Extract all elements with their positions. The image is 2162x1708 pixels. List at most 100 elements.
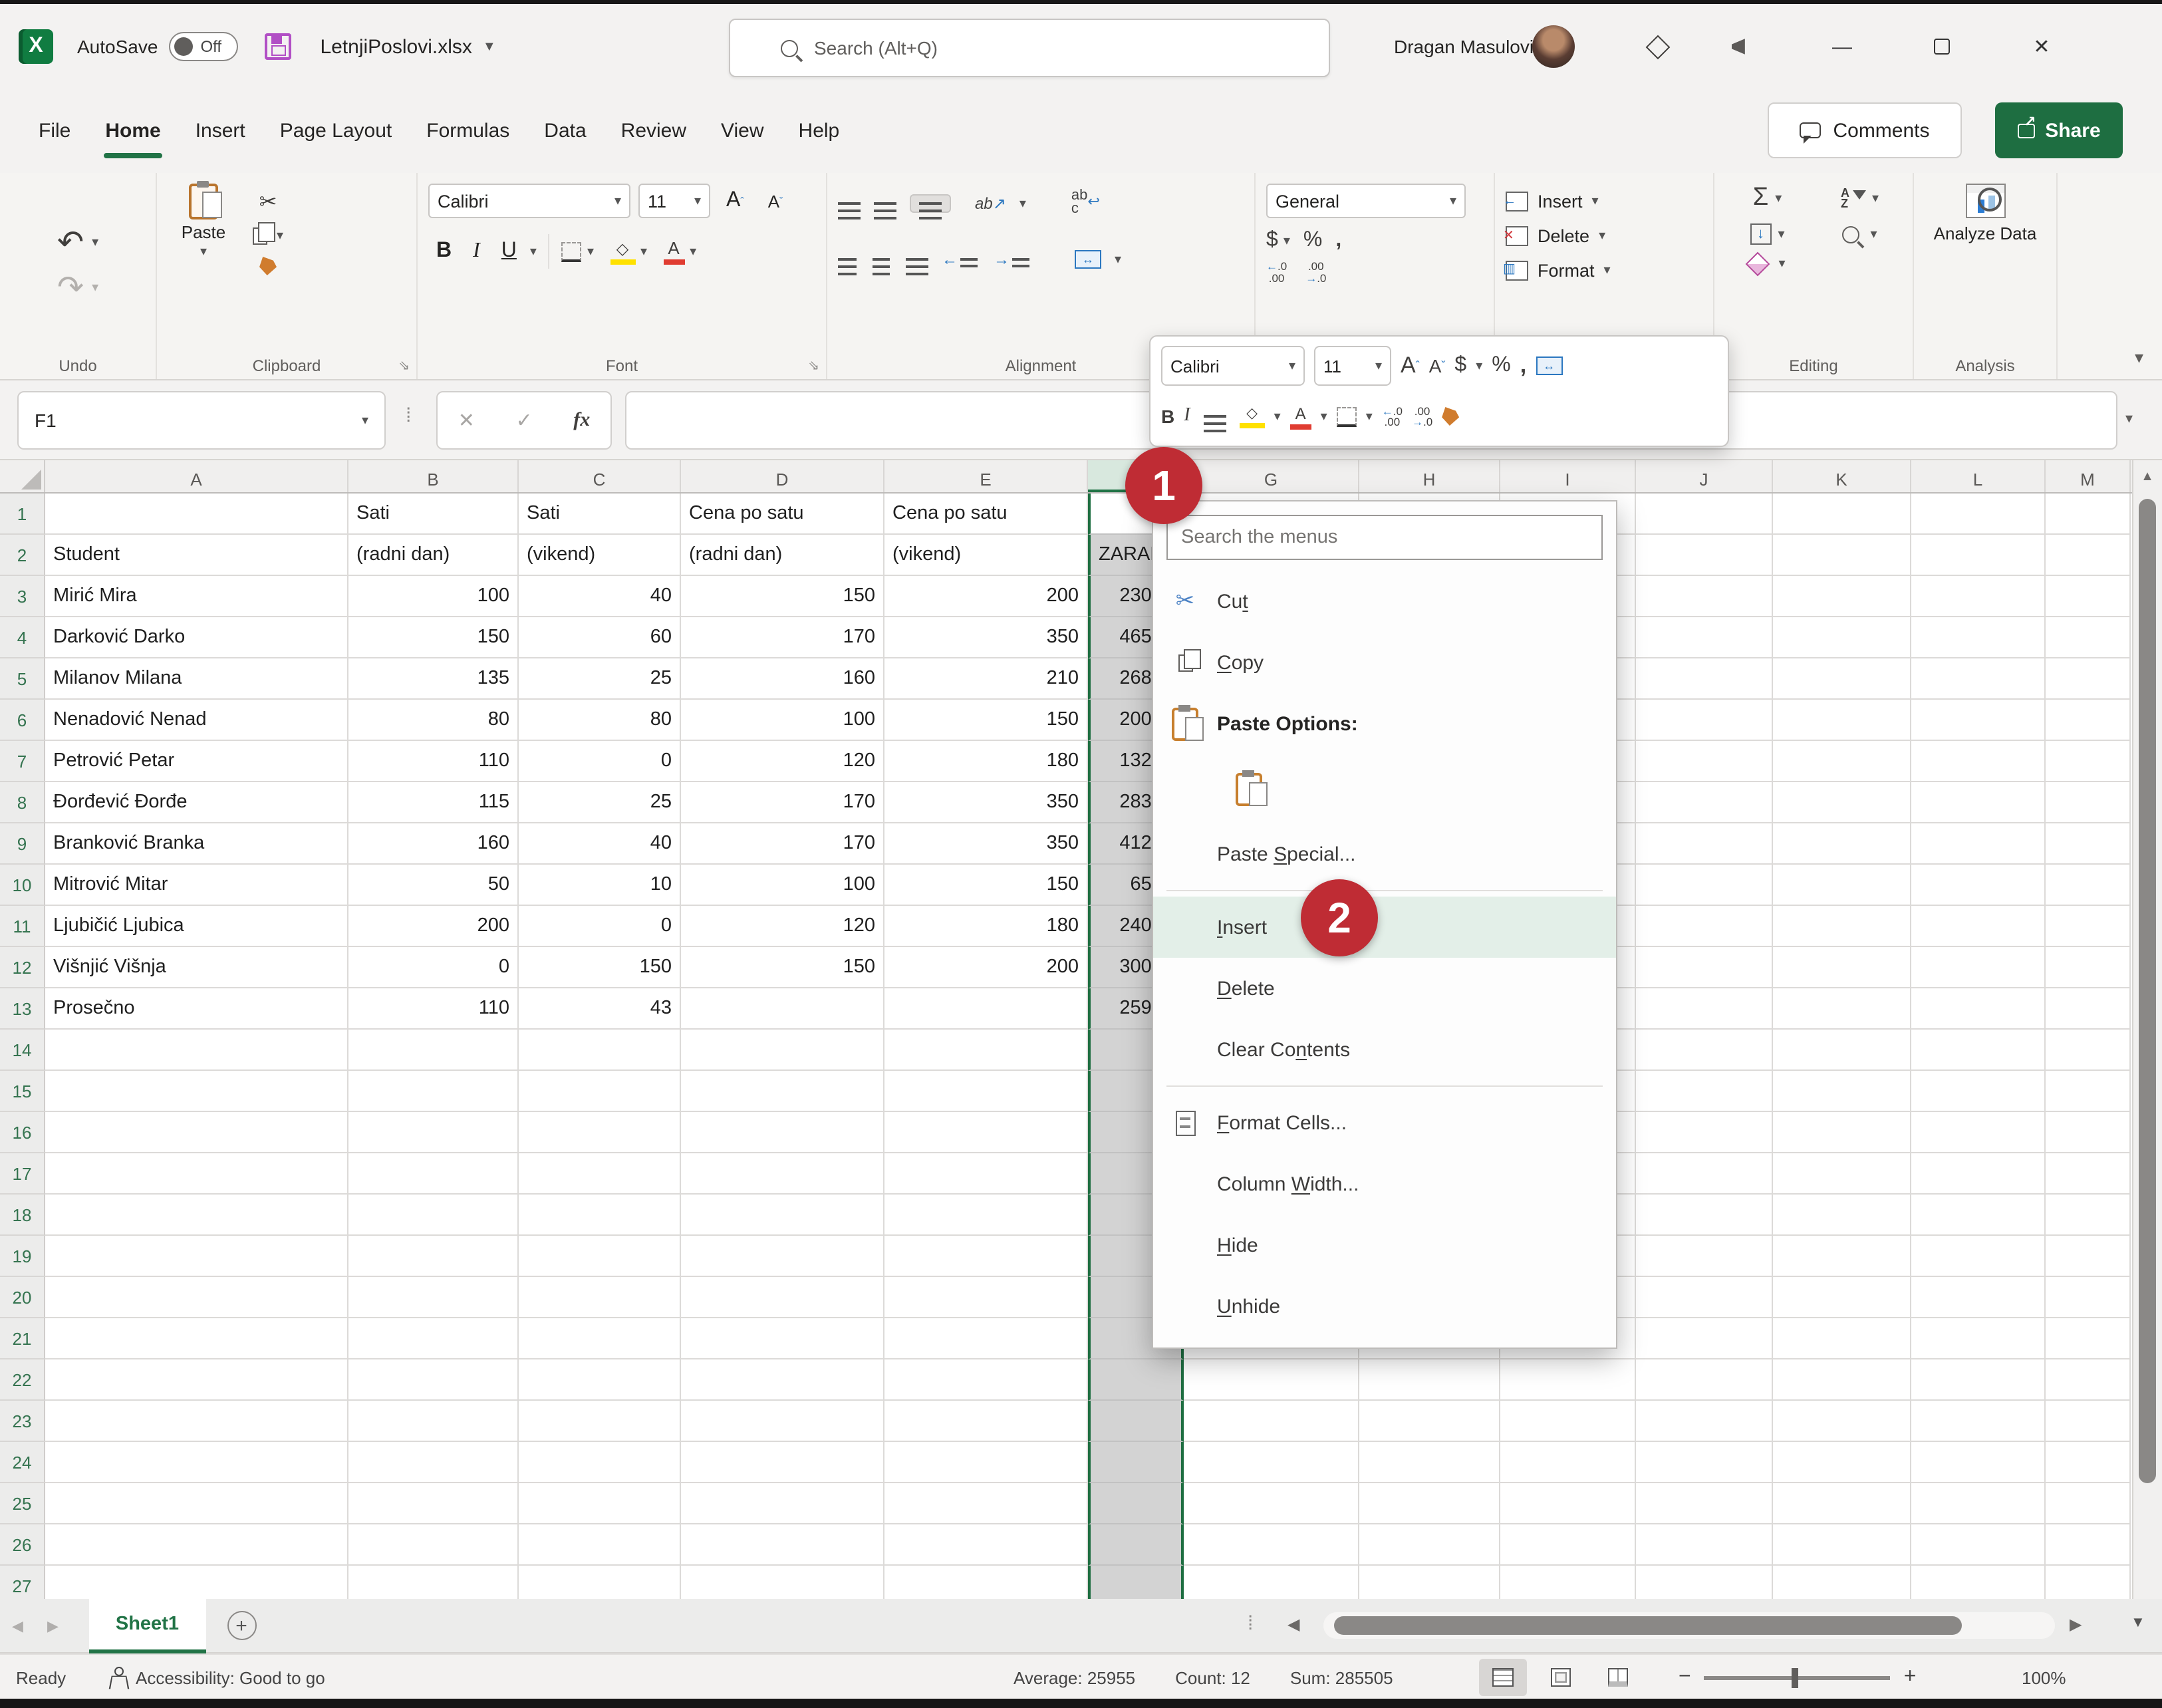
cell-K23[interactable] xyxy=(1773,1401,1911,1442)
cell-A14[interactable] xyxy=(45,1030,348,1071)
scroll-up-icon[interactable]: ▲ xyxy=(2133,460,2162,494)
align-top-button[interactable] xyxy=(838,202,861,206)
menu-item-copy[interactable]: Copy xyxy=(1153,632,1616,693)
cell-A17[interactable] xyxy=(45,1153,348,1195)
cell-C16[interactable] xyxy=(519,1112,681,1153)
cell-C18[interactable] xyxy=(519,1195,681,1236)
cell-A18[interactable] xyxy=(45,1195,348,1236)
row-header-13[interactable]: 13 xyxy=(0,988,45,1030)
cell-K14[interactable] xyxy=(1773,1030,1911,1071)
cell-K15[interactable] xyxy=(1773,1071,1911,1112)
cell-M24[interactable] xyxy=(2046,1442,2131,1483)
paste-dropdown-icon[interactable]: ▾ xyxy=(200,245,207,259)
autosave-toggle[interactable]: Off xyxy=(168,32,237,61)
redo-button[interactable]: ↷▾ xyxy=(57,272,98,304)
cell-D16[interactable] xyxy=(681,1112,884,1153)
fill-color-button[interactable]: ◇ xyxy=(610,239,635,264)
cell-D24[interactable] xyxy=(681,1442,884,1483)
cell-A13[interactable]: Prosečno xyxy=(45,988,348,1030)
cell-L1[interactable] xyxy=(1911,494,2046,535)
cell-K1[interactable] xyxy=(1773,494,1911,535)
feedback-megaphone-icon[interactable] xyxy=(1724,28,1761,65)
cell-J2[interactable] xyxy=(1636,535,1773,576)
borders-dropdown-icon[interactable]: ▾ xyxy=(587,244,594,259)
cell-C23[interactable] xyxy=(519,1401,681,1442)
cell-L8[interactable] xyxy=(1911,782,2046,823)
format-painter-button[interactable] xyxy=(253,257,283,275)
cell-B16[interactable] xyxy=(348,1112,519,1153)
cell-D8[interactable]: 170 xyxy=(681,782,884,823)
decrease-decimal-button[interactable]: .00→.0 xyxy=(1305,261,1326,283)
cell-C3[interactable]: 40 xyxy=(519,576,681,617)
row-header-2[interactable]: 2 xyxy=(0,535,45,576)
align-center-button[interactable] xyxy=(870,258,892,261)
cell-B8[interactable]: 115 xyxy=(348,782,519,823)
menu-item-delete[interactable]: Delete xyxy=(1153,958,1616,1019)
decrease-indent-button[interactable]: ← xyxy=(942,250,980,269)
cell-C20[interactable] xyxy=(519,1277,681,1318)
cell-K13[interactable] xyxy=(1773,988,1911,1030)
fill-button[interactable]: ↓▾ xyxy=(1725,223,1810,245)
format-cells-button[interactable]: Format▾ xyxy=(1506,253,1702,287)
cancel-formula-icon[interactable]: ✕ xyxy=(458,408,475,432)
cell-A19[interactable] xyxy=(45,1236,348,1277)
cell-E23[interactable] xyxy=(884,1401,1088,1442)
cell-L18[interactable] xyxy=(1911,1195,2046,1236)
cell-J11[interactable] xyxy=(1636,906,1773,947)
cell-G26[interactable] xyxy=(1184,1524,1359,1566)
cell-D23[interactable] xyxy=(681,1401,884,1442)
cell-M2[interactable] xyxy=(2046,535,2131,576)
cell-E7[interactable]: 180 xyxy=(884,741,1088,782)
cell-C10[interactable]: 10 xyxy=(519,865,681,906)
cell-F25[interactable] xyxy=(1088,1483,1184,1524)
cell-K7[interactable] xyxy=(1773,741,1911,782)
cell-A25[interactable] xyxy=(45,1483,348,1524)
tab-help[interactable]: Help xyxy=(781,106,857,156)
row-header-8[interactable]: 8 xyxy=(0,782,45,823)
cell-D2[interactable]: (radni dan) xyxy=(681,535,884,576)
cell-C7[interactable]: 0 xyxy=(519,741,681,782)
scroll-down-icon[interactable]: ▼ xyxy=(2131,1615,2145,1631)
cell-D15[interactable] xyxy=(681,1071,884,1112)
merge-dropdown-icon[interactable]: ▾ xyxy=(1115,252,1121,267)
cell-J5[interactable] xyxy=(1636,658,1773,700)
cell-C19[interactable] xyxy=(519,1236,681,1277)
cell-B10[interactable]: 50 xyxy=(348,865,519,906)
cell-D27[interactable] xyxy=(681,1566,884,1599)
cell-L15[interactable] xyxy=(1911,1071,2046,1112)
cell-J21[interactable] xyxy=(1636,1318,1773,1359)
page-break-view-button[interactable] xyxy=(1593,1659,1641,1696)
cell-K25[interactable] xyxy=(1773,1483,1911,1524)
menu-item-insert[interactable]: Insert xyxy=(1153,897,1616,958)
row-header-21[interactable]: 21 xyxy=(0,1318,45,1359)
cell-F26[interactable] xyxy=(1088,1524,1184,1566)
cell-D13[interactable] xyxy=(681,988,884,1030)
accessibility-status[interactable]: Accessibility: Good to go xyxy=(109,1655,325,1700)
cell-D5[interactable]: 160 xyxy=(681,658,884,700)
cell-G25[interactable] xyxy=(1184,1483,1359,1524)
vertical-scrollbar[interactable]: ▲ xyxy=(2131,460,2162,1599)
row-header-12[interactable]: 12 xyxy=(0,947,45,988)
accounting-format-button[interactable]: $ ▾ xyxy=(1266,229,1290,253)
cell-L5[interactable] xyxy=(1911,658,2046,700)
cell-D9[interactable]: 170 xyxy=(681,823,884,865)
name-box[interactable]: F1 ▾ xyxy=(17,391,386,450)
cell-J13[interactable] xyxy=(1636,988,1773,1030)
menu-item-column-width[interactable]: Column Width... xyxy=(1153,1153,1616,1214)
cell-I27[interactable] xyxy=(1500,1566,1636,1599)
cell-E24[interactable] xyxy=(884,1442,1088,1483)
sheet-nav-right-icon[interactable]: ▶ xyxy=(35,1617,70,1634)
cell-L4[interactable] xyxy=(1911,617,2046,658)
cell-A22[interactable] xyxy=(45,1359,348,1401)
cell-M21[interactable] xyxy=(2046,1318,2131,1359)
row-header-26[interactable]: 26 xyxy=(0,1524,45,1566)
menu-item-hide[interactable]: Hide xyxy=(1153,1214,1616,1276)
cell-K5[interactable] xyxy=(1773,658,1911,700)
cell-D11[interactable]: 120 xyxy=(681,906,884,947)
cell-D1[interactable]: Cena po satu xyxy=(681,494,884,535)
cell-H26[interactable] xyxy=(1359,1524,1500,1566)
find-select-button[interactable]: ▾ xyxy=(1818,225,1902,243)
enter-formula-icon[interactable]: ✓ xyxy=(516,408,533,432)
cell-A10[interactable]: Mitrović Mitar xyxy=(45,865,348,906)
select-all-button[interactable] xyxy=(0,460,45,492)
